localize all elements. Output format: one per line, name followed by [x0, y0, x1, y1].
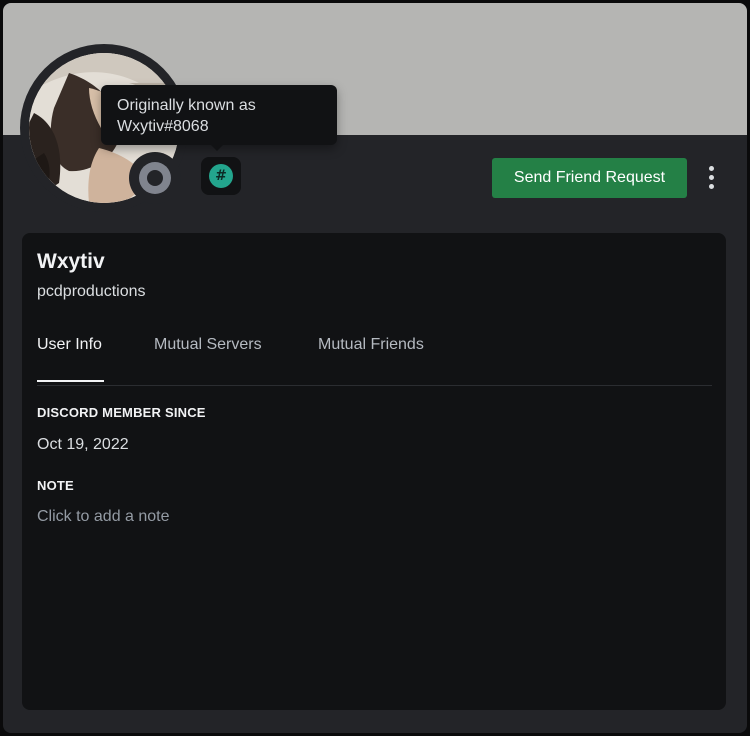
note-header: Note	[37, 478, 74, 493]
username: pcdproductions	[37, 283, 146, 300]
tooltip-line-1: Originally known as	[117, 97, 256, 114]
tab-mutual-friends[interactable]: Mutual Friends	[318, 334, 424, 356]
tooltip-text: Originally known as Wxytiv#8068	[117, 95, 327, 137]
badge-tooltip: Originally known as Wxytiv#8068	[101, 85, 337, 151]
tooltip-line-2: Wxytiv#8068	[117, 118, 209, 135]
offline-status-icon	[139, 162, 171, 194]
note-input[interactable]	[33, 504, 711, 530]
profile-badge[interactable]: #	[201, 157, 241, 195]
tab-user-info[interactable]: User Info	[37, 334, 102, 356]
profile-info-card: Wxytiv pcdproductions User Info Mutual S…	[22, 233, 726, 710]
tab-mutual-servers[interactable]: Mutual Servers	[154, 334, 262, 356]
status-indicator	[129, 152, 181, 204]
member-since-header: Discord Member Since	[37, 405, 206, 420]
display-name: Wxytiv	[37, 250, 105, 273]
more-vertical-icon[interactable]	[699, 163, 723, 193]
user-profile-modal: # Originally known as Wxytiv#8068 Send F…	[3, 3, 747, 733]
tooltip-arrow	[211, 145, 223, 151]
send-friend-request-button[interactable]: Send Friend Request	[492, 158, 687, 198]
hashtag-icon: #	[209, 164, 233, 188]
member-since-value: Oct 19, 2022	[37, 436, 129, 453]
profile-tabs: User Info Mutual Servers Mutual Friends	[37, 329, 712, 386]
active-tab-indicator	[37, 380, 104, 382]
